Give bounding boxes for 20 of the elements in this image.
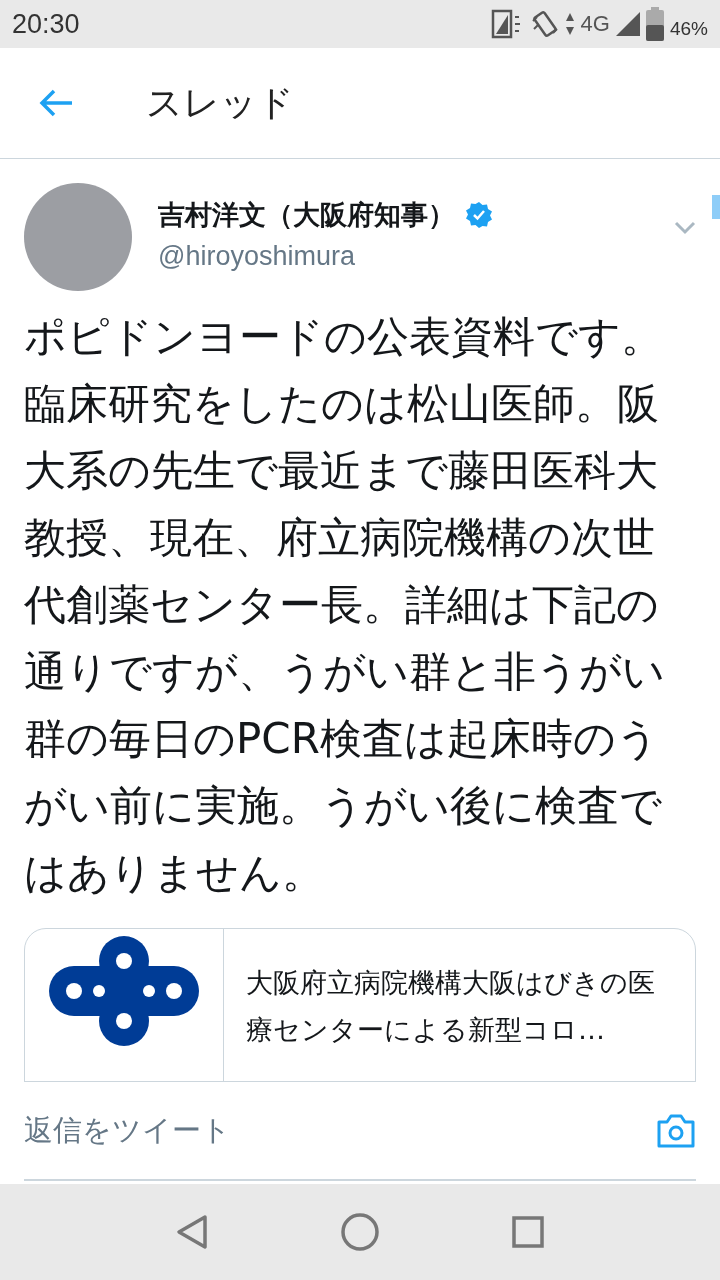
- author-handle[interactable]: @hiroyoshimura: [158, 241, 674, 272]
- reply-field[interactable]: 返信をツイート: [24, 1110, 231, 1151]
- battery-percent: 46%: [669, 18, 708, 40]
- data-arrows-icon: [564, 11, 575, 37]
- tweet-text: ポピドンヨードの公表資料です。臨床研究をしたのは松山医師。阪大系の先生で最近まで藤田医科大教授、現在、府立病院機構の次世代創薬センター長。詳細は下記の通りですが、うがい群と非うがい群の毎日のPCR検査は起床時のうがい前に実施。うがい後に検査ではありません。: [24, 311, 666, 899]
- home-nav-icon[interactable]: [340, 1212, 380, 1252]
- link-card[interactable]: 大阪府立病院機構大阪はびきの医療センターによる新型コロ…: [24, 928, 696, 1081]
- vibrate-icon: [530, 9, 559, 39]
- camera-icon[interactable]: [656, 1112, 696, 1149]
- back-nav-icon[interactable]: [176, 1214, 208, 1250]
- scroll-indicator: [712, 195, 720, 219]
- battery-icon: [645, 7, 664, 41]
- status-time: 20:30: [12, 8, 80, 40]
- recents-nav-icon[interactable]: [512, 1216, 544, 1248]
- signal-icon: [615, 12, 640, 36]
- author-name[interactable]: 吉村洋文（大阪府知事）: [158, 197, 455, 233]
- chevron-down-icon[interactable]: [674, 221, 696, 235]
- card-title: 大阪府立病院機構大阪はびきの医療センターによる新型コロ…: [246, 966, 656, 1047]
- network-type: 4G: [580, 11, 610, 37]
- page-title: スレッド: [146, 80, 294, 125]
